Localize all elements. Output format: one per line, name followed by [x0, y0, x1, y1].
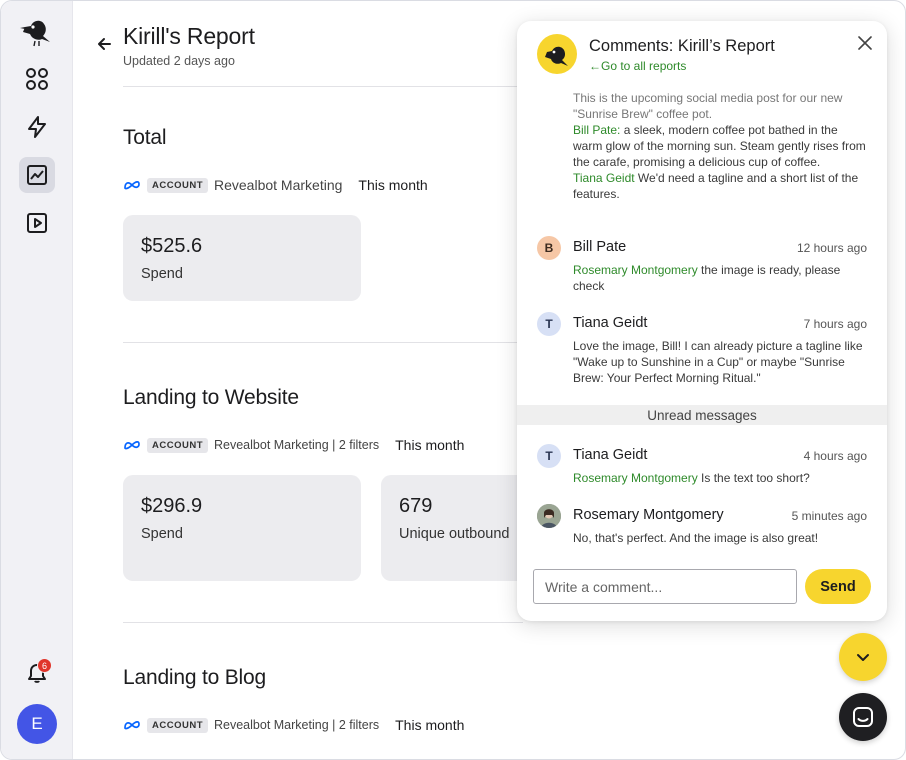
section-title-total: Total	[123, 126, 167, 149]
mention[interactable]: Tiana Geidt	[573, 171, 635, 185]
video-play-icon[interactable]	[19, 205, 55, 241]
comment-time: 12 hours ago	[796, 241, 867, 255]
account-pill: ACCOUNT	[147, 717, 208, 733]
commenter-name: Rosemary Montgomery	[573, 507, 724, 523]
avatar-photo	[537, 504, 561, 528]
meta-logo-icon	[124, 721, 140, 730]
comment-input[interactable]	[533, 569, 797, 604]
section-filter-row: ACCOUNT Revealbot Marketing | 2 filters …	[123, 715, 464, 735]
comment-time: 7 hours ago	[803, 317, 867, 331]
avatar: T	[537, 444, 561, 468]
chevron-down-icon	[857, 654, 869, 661]
section-filter-row: ACCOUNT Revealbot Marketing | 2 filters …	[123, 435, 464, 455]
unread-divider: Unread messages	[517, 405, 887, 425]
lightning-icon[interactable]	[19, 109, 55, 145]
commenter-name: Tiana Geidt	[573, 447, 648, 463]
comment-text: Rosemary Montgomery the image is ready, …	[573, 262, 869, 294]
chat-icon	[853, 707, 873, 727]
metric-value: $296.9	[141, 495, 203, 517]
notification-badge: 6	[37, 658, 52, 673]
comment-line: Is the text too short?	[697, 471, 810, 485]
chat-launcher-button[interactable]	[839, 693, 887, 741]
meta-logo-icon	[124, 181, 140, 190]
metric-card-spend[interactable]: $525.6 Spend	[123, 215, 361, 301]
divider	[123, 622, 523, 623]
metric-value: $525.6	[141, 235, 203, 257]
comment-time: 5 minutes ago	[791, 509, 867, 523]
section-title-landing-blog: Landing to Blog	[123, 666, 266, 689]
page-title: Kirill's Report	[123, 23, 255, 49]
metric-label: Unique outbound	[399, 526, 510, 542]
avatar: B	[537, 236, 561, 260]
account-name[interactable]: Revealbot Marketing	[214, 177, 342, 193]
account-pill: ACCOUNT	[147, 177, 208, 193]
bird-logo-icon	[537, 34, 577, 74]
comment-text: Rosemary Montgomery Is the text too shor…	[573, 470, 869, 486]
bird-logo-icon[interactable]	[17, 11, 57, 51]
close-icon[interactable]	[855, 33, 875, 53]
commenter-name: Bill Pate	[573, 239, 627, 255]
comment-line: This is the upcoming social media post f…	[573, 91, 843, 121]
metric-card-spend[interactable]: $296.9 Spend	[123, 475, 361, 581]
comment-text: No, that's perfect. And the image is als…	[573, 531, 819, 545]
comment-text: Love the image, Bill! I can already pict…	[573, 339, 863, 385]
account-pill: ACCOUNT	[147, 437, 208, 453]
commenter-name: Tiana Geidt	[573, 315, 648, 331]
scroll-down-button[interactable]	[839, 633, 887, 681]
mention[interactable]: Rosemary Montgomery	[573, 471, 698, 485]
apps-grid-icon[interactable]	[19, 61, 55, 97]
back-arrow-icon[interactable]	[95, 34, 115, 54]
all-reports-link[interactable]: ←Go to all reports	[589, 59, 686, 73]
period-label[interactable]: This month	[395, 717, 464, 733]
send-button[interactable]: Send	[805, 569, 871, 604]
divider	[123, 342, 523, 343]
mention[interactable]: Rosemary Montgomery	[573, 263, 698, 277]
reports-chart-icon[interactable]	[19, 157, 55, 193]
metric-value: 679	[399, 495, 433, 517]
divider	[123, 86, 523, 87]
comment-text: This is the upcoming social media post f…	[573, 90, 869, 202]
comments-panel: Comments: Kirill’s Report ←Go to all rep…	[517, 21, 887, 621]
metric-label: Spend	[141, 266, 183, 282]
account-name[interactable]: Revealbot Marketing | 2 filters	[214, 438, 379, 452]
sidebar: 6 E	[1, 1, 73, 759]
comment-time: 4 hours ago	[803, 449, 867, 463]
meta-logo-icon	[124, 441, 140, 450]
updated-timestamp: Updated 2 days ago	[123, 54, 235, 68]
section-filter-row: ACCOUNT Revealbot Marketing This month	[123, 175, 428, 195]
comments-title: Comments: Kirill’s Report	[589, 37, 775, 55]
user-avatar[interactable]: E	[17, 704, 57, 744]
app-window: 6 E Kirill's Report Updated 2 days ago T…	[0, 0, 906, 760]
metric-label: Spend	[141, 526, 183, 542]
account-name[interactable]: Revealbot Marketing | 2 filters	[214, 718, 379, 732]
mention[interactable]: Bill Pate:	[573, 123, 620, 137]
section-title-landing-website: Landing to Website	[123, 386, 299, 409]
period-label[interactable]: This month	[395, 437, 464, 453]
period-label[interactable]: This month	[358, 177, 427, 193]
avatar: T	[537, 312, 561, 336]
